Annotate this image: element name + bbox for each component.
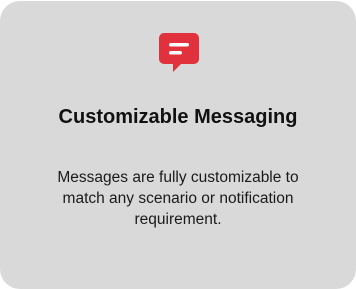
- feature-card: Customizable Messaging Messages are full…: [0, 1, 356, 289]
- card-description: Messages are fully customizable to match…: [57, 169, 299, 228]
- card-title: Customizable Messaging: [58, 106, 298, 128]
- message-bubble-icon: [159, 33, 199, 77]
